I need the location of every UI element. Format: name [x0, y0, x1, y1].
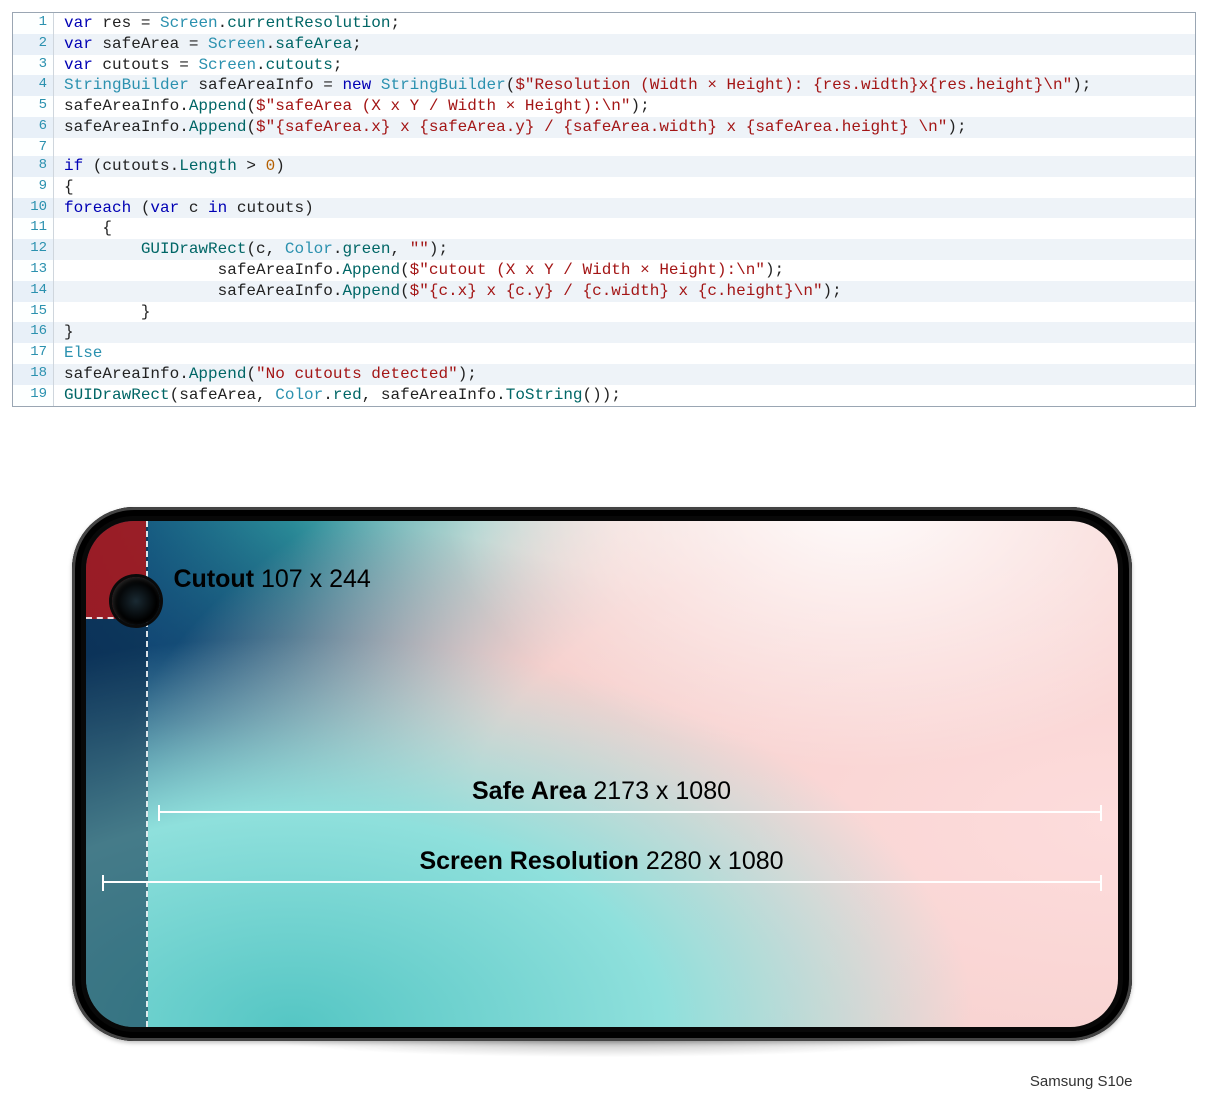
cutout-label-prefix: Cutout: [174, 565, 255, 593]
code-source: GUIDrawRect(safeArea, Color.red, safeAre…: [54, 385, 1195, 406]
code-line: 3var cutouts = Screen.cutouts;: [13, 55, 1195, 76]
safe-area-label: Safe Area 2173 x 1080: [472, 777, 731, 806]
resolution-value: 2280 x 1080: [646, 847, 784, 875]
resolution-dim-line: [102, 881, 1102, 883]
phone-frame: Cutout 107 x 244 Safe Area 2173 x 1080 S…: [72, 507, 1132, 1041]
line-number: 11: [13, 218, 54, 239]
phone-caption: Samsung S10e: [72, 1065, 1137, 1090]
line-number: 10: [13, 198, 54, 219]
resolution-label: Screen Resolution 2280 x 1080: [419, 847, 783, 876]
code-line: 10foreach (var c in cutouts): [13, 198, 1195, 219]
line-number: 13: [13, 260, 54, 281]
code-line: 11 {: [13, 218, 1195, 239]
line-number: 8: [13, 156, 54, 177]
code-source: safeAreaInfo.Append($"{safeArea.x} x {sa…: [54, 117, 1195, 138]
code-source: var res = Screen.currentResolution;: [54, 13, 1195, 34]
code-source: var safeArea = Screen.safeArea;: [54, 34, 1195, 55]
code-source: }: [54, 302, 1195, 323]
code-source: [54, 138, 1195, 156]
code-line: 2var safeArea = Screen.safeArea;: [13, 34, 1195, 55]
code-source: if (cutouts.Length > 0): [54, 156, 1195, 177]
line-number: 4: [13, 75, 54, 96]
safe-area-value: 2173 x 1080: [593, 777, 731, 805]
code-line: 1var res = Screen.currentResolution;: [13, 13, 1195, 34]
safe-area-label-prefix: Safe Area: [472, 777, 586, 805]
cutout-value: 107 x 244: [261, 565, 371, 593]
code-source: {: [54, 177, 1195, 198]
line-number: 14: [13, 281, 54, 302]
line-number: 5: [13, 96, 54, 117]
line-number: 18: [13, 364, 54, 385]
code-source: }: [54, 322, 1195, 343]
phone-screen: Cutout 107 x 244 Safe Area 2173 x 1080 S…: [86, 521, 1118, 1027]
line-number: 15: [13, 302, 54, 323]
code-source: safeAreaInfo.Append("No cutouts detected…: [54, 364, 1195, 385]
code-source: StringBuilder safeAreaInfo = new StringB…: [54, 75, 1195, 96]
line-number: 1: [13, 13, 54, 34]
code-line: 15 }: [13, 302, 1195, 323]
line-number: 17: [13, 343, 54, 364]
code-line: 6safeAreaInfo.Append($"{safeArea.x} x {s…: [13, 117, 1195, 138]
code-source: GUIDrawRect(c, Color.green, "");: [54, 239, 1195, 260]
code-line: 17Else: [13, 343, 1195, 364]
line-number: 7: [13, 138, 54, 156]
line-number: 12: [13, 239, 54, 260]
line-number: 2: [13, 34, 54, 55]
line-number: 16: [13, 322, 54, 343]
phone-shadow: [129, 1039, 1079, 1065]
code-source: safeAreaInfo.Append($"safeArea (X x Y / …: [54, 96, 1195, 117]
resolution-label-prefix: Screen Resolution: [419, 847, 639, 875]
line-number: 3: [13, 55, 54, 76]
code-line: 9{: [13, 177, 1195, 198]
code-line: 4StringBuilder safeAreaInfo = new String…: [13, 75, 1195, 96]
code-block: 1var res = Screen.currentResolution;2var…: [12, 12, 1196, 407]
code-line: 8if (cutouts.Length > 0): [13, 156, 1195, 177]
code-source: {: [54, 218, 1195, 239]
code-source: foreach (var c in cutouts): [54, 198, 1195, 219]
cutout-label: Cutout 107 x 244: [174, 565, 371, 594]
code-line: 16}: [13, 322, 1195, 343]
code-source: safeAreaInfo.Append($"{c.x} x {c.y} / {c…: [54, 281, 1195, 302]
code-line: 14 safeAreaInfo.Append($"{c.x} x {c.y} /…: [13, 281, 1195, 302]
code-line: 19GUIDrawRect(safeArea, Color.red, safeA…: [13, 385, 1195, 406]
code-source: safeAreaInfo.Append($"cutout (X x Y / Wi…: [54, 260, 1195, 281]
line-number: 6: [13, 117, 54, 138]
code-line: 18safeAreaInfo.Append("No cutouts detect…: [13, 364, 1195, 385]
line-number: 19: [13, 385, 54, 406]
camera-hole-icon: [112, 577, 160, 625]
safe-area-dim-line: [158, 811, 1102, 813]
code-line: 7: [13, 138, 1195, 156]
code-line: 5safeAreaInfo.Append($"safeArea (X x Y /…: [13, 96, 1195, 117]
code-line: 13 safeAreaInfo.Append($"cutout (X x Y /…: [13, 260, 1195, 281]
line-number: 9: [13, 177, 54, 198]
code-source: Else: [54, 343, 1195, 364]
code-source: var cutouts = Screen.cutouts;: [54, 55, 1195, 76]
phone-mockup: Cutout 107 x 244 Safe Area 2173 x 1080 S…: [72, 507, 1137, 1090]
code-line: 12 GUIDrawRect(c, Color.green, "");: [13, 239, 1195, 260]
